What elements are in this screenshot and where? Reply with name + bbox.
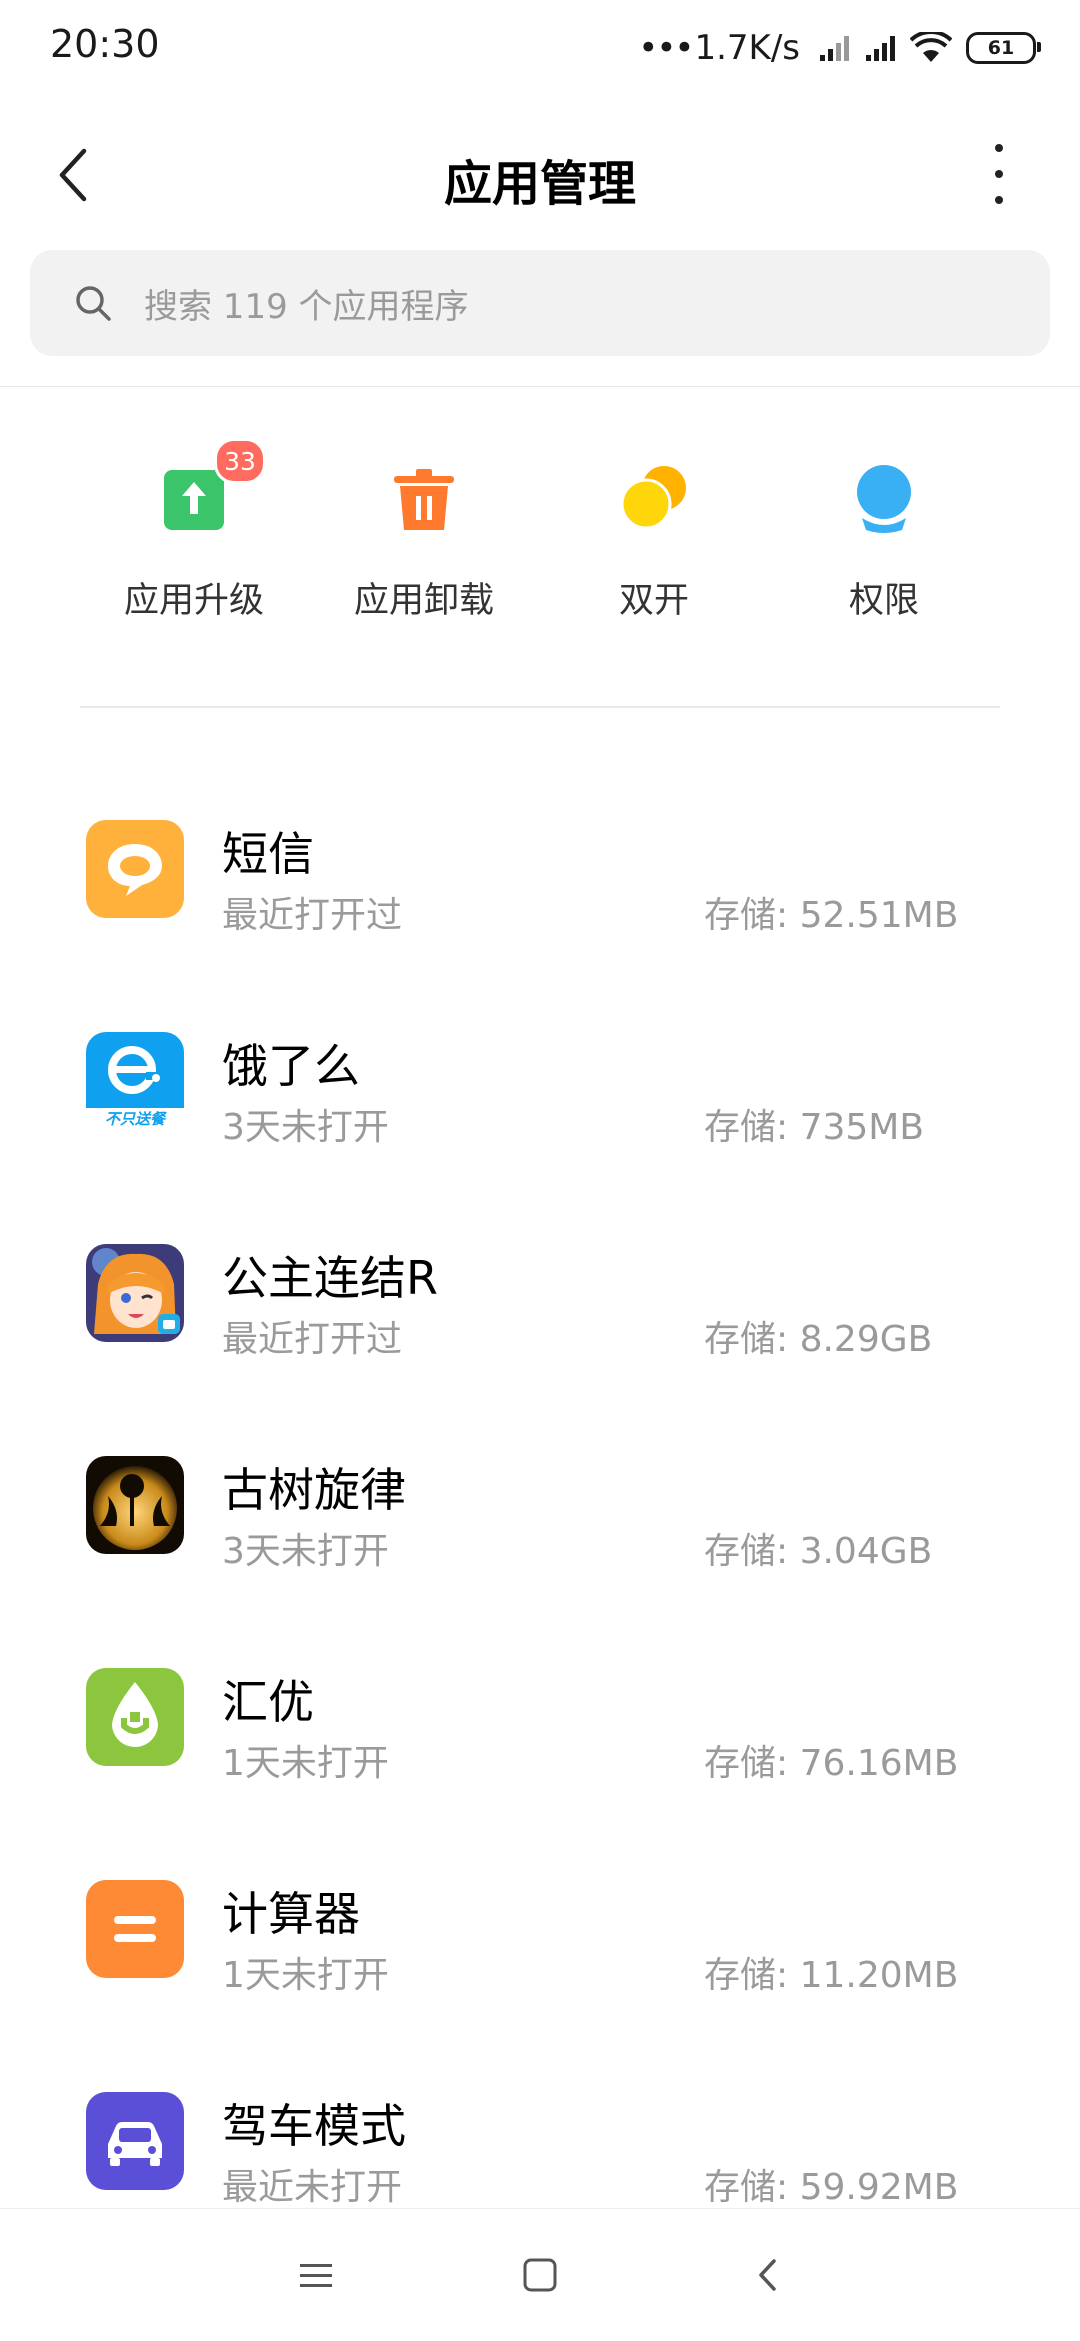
status-time: 20:30 (50, 22, 160, 66)
page-title: 应用管理 (443, 156, 636, 212)
quick-action-label: 双开 (618, 581, 689, 621)
quick-action-label: 权限 (848, 581, 919, 621)
search-icon (74, 283, 114, 323)
app-list-item[interactable]: 计算器 1天未打开 存储: 11.20MB (0, 1820, 1080, 2032)
app-list: 短信 最近打开过 存储: 52.51MB 不只送餐 饿了么 3天未打开 存储: … (0, 760, 1080, 2244)
app-storage: 存储: 11.20MB (704, 1955, 959, 1996)
app-storage: 存储: 8.29GB (704, 1319, 933, 1360)
search-input[interactable]: 搜索 119 个应用程序 (30, 250, 1050, 356)
app-list-item[interactable]: 汇优 1天未打开 存储: 76.16MB (0, 1608, 1080, 1820)
app-name: 短信 (222, 827, 314, 881)
quick-actions: 33 应用升级 应用卸载 双开 权限 (0, 430, 1080, 630)
status-bar: 20:30 ••• 1.7K/s 61 (0, 0, 1080, 96)
huiyou-app-icon (86, 1668, 184, 1766)
home-icon (523, 2258, 557, 2292)
divider (0, 386, 1080, 387)
app-storage: 存储: 76.16MB (704, 1743, 959, 1784)
quick-action-permissions[interactable]: 权限 (784, 430, 984, 623)
princess-connect-app-icon (86, 1244, 184, 1342)
app-last-opened: 最近打开过 (222, 895, 403, 936)
nav-menu-button[interactable] (290, 2249, 342, 2301)
more-options-button[interactable] (984, 144, 1014, 204)
upgrade-count-badge: 33 (214, 438, 266, 484)
app-name: 汇优 (222, 1675, 314, 1729)
app-list-item[interactable]: 短信 最近打开过 存储: 52.51MB (0, 760, 1080, 972)
battery-icon: 61 (966, 32, 1041, 64)
search-placeholder: 搜索 119 个应用程序 (144, 286, 469, 327)
quick-action-label: 应用卸载 (353, 581, 494, 621)
app-name: 公主连结R (222, 1251, 438, 1305)
navigation-bar (0, 2208, 1080, 2341)
permission-icon (857, 465, 911, 533)
app-list-item[interactable]: 古树旋律 3天未打开 存储: 3.04GB (0, 1396, 1080, 1608)
app-last-opened: 3天未打开 (222, 1107, 389, 1148)
quick-action-upgrade[interactable]: 33 应用升级 (94, 430, 294, 623)
app-storage: 存储: 735MB (704, 1107, 925, 1148)
app-storage: 存储: 3.04GB (704, 1531, 933, 1572)
header: 应用管理 (0, 120, 1080, 230)
signal-icon (864, 33, 902, 63)
network-speed: 1.7K/s (694, 28, 800, 68)
quick-action-uninstall[interactable]: 应用卸载 (324, 430, 524, 623)
wifi-icon (910, 32, 952, 64)
calculator-app-icon (86, 1880, 184, 1978)
notification-dots: ••• (638, 28, 694, 68)
app-list-item[interactable]: 公主连结R 最近打开过 存储: 8.29GB (0, 1184, 1080, 1396)
app-last-opened: 1天未打开 (222, 1743, 389, 1784)
app-name: 驾车模式 (222, 2099, 406, 2153)
back-icon (759, 2259, 776, 2291)
deemo-app-icon (86, 1456, 184, 1554)
quick-action-label: 应用升级 (123, 581, 264, 621)
app-last-opened: 1天未打开 (222, 1955, 389, 1996)
trash-icon (394, 469, 454, 530)
status-icons: ••• 1.7K/s 61 (638, 22, 1041, 74)
car-mode-app-icon (86, 2092, 184, 2190)
app-name: 古树旋律 (222, 1463, 406, 1517)
app-last-opened: 3天未打开 (222, 1531, 389, 1572)
app-last-opened: 最近未打开 (222, 2167, 403, 2208)
app-last-opened: 最近打开过 (222, 1319, 403, 1360)
divider (80, 706, 1000, 708)
app-name: 计算器 (222, 1887, 360, 1941)
app-name: 饿了么 (222, 1039, 360, 1093)
app-storage: 存储: 59.92MB (704, 2167, 959, 2208)
more-vertical-icon (995, 144, 1003, 152)
message-app-icon (86, 820, 184, 918)
eleme-app-icon: 不只送餐 (86, 1032, 184, 1130)
eleme-slogan: 不只送餐 (104, 1110, 165, 1128)
app-list-item[interactable]: 不只送餐 饿了么 3天未打开 存储: 735MB (0, 972, 1080, 1184)
nav-home-button[interactable] (514, 2249, 566, 2301)
battery-level: 61 (987, 37, 1015, 59)
app-storage: 存储: 52.51MB (704, 895, 959, 936)
signal-icon (818, 33, 856, 63)
dual-app-icon (620, 466, 686, 530)
nav-back-button[interactable] (742, 2249, 794, 2301)
menu-icon (300, 2264, 332, 2287)
quick-action-dual-app[interactable]: 双开 (554, 430, 754, 623)
